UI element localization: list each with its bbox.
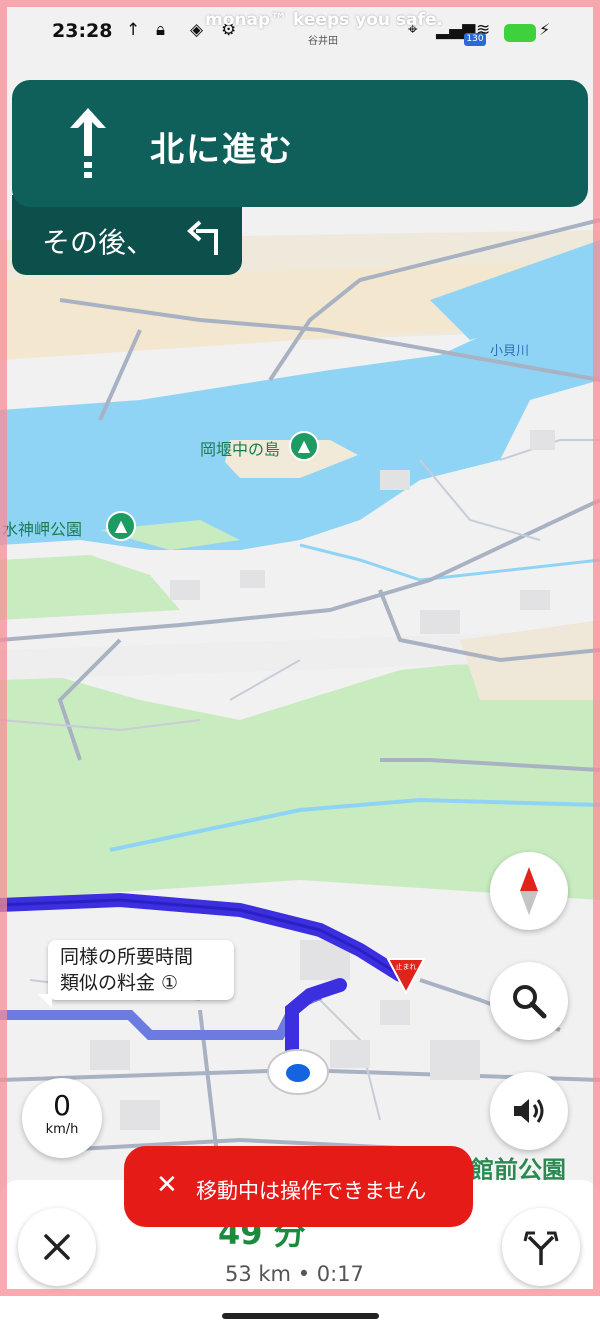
speed-value: 0 — [53, 1089, 71, 1122]
close-icon — [44, 1234, 70, 1260]
then-label: その後、 — [42, 226, 155, 259]
island-label[interactable]: 岡堰中の島 — [200, 436, 280, 460]
status-place: 谷井田 — [308, 36, 338, 47]
wifi-icon: ≋ — [476, 20, 491, 40]
compass-icon — [520, 867, 538, 915]
callout-line1: 同様の所要時間 — [60, 946, 194, 968]
lock-icon: 🔒︎ — [156, 20, 166, 40]
volume-icon — [514, 1099, 544, 1123]
tree-icon[interactable]: ▲ — [106, 511, 136, 541]
search-button[interactable] — [490, 962, 568, 1040]
route-options-button[interactable] — [502, 1208, 580, 1286]
battery-icon — [504, 24, 536, 42]
compass-button[interactable] — [490, 852, 568, 930]
river-label: 小貝川 — [490, 344, 530, 359]
close-icon[interactable]: ✕ — [156, 1170, 178, 1200]
callout-tail — [38, 994, 52, 1008]
park-label[interactable]: 水神岬公園 — [2, 516, 82, 540]
speed-unit: km/h — [45, 1122, 79, 1137]
speedometer: 0 km/h — [22, 1078, 102, 1158]
direction-instruction: 北に進む — [150, 130, 294, 170]
stop-sign-text: 止まれ — [396, 962, 417, 971]
direction-card[interactable]: 北に進む — [12, 80, 588, 207]
location-arrow-icon: ↑ — [126, 20, 141, 40]
then-card[interactable]: その後、 — [12, 195, 242, 275]
route-options-icon — [523, 1231, 559, 1265]
status-bar: 23:28 ↑ 🔒︎ ◈ ⚙ monap™ keeps you safe. 谷井… — [0, 0, 600, 66]
arrow-up-icon — [70, 108, 106, 178]
home-indicator[interactable] — [222, 1313, 379, 1319]
toast-message: 移動中は操作できません — [196, 1179, 427, 1203]
distance-time: 53 km • 0:17 — [225, 1262, 364, 1286]
stop-sign-icon: 止まれ — [386, 958, 426, 995]
app-icon: ◈ — [190, 20, 204, 40]
tree-icon[interactable]: ▲ — [289, 431, 319, 461]
turn-left-icon — [187, 220, 218, 255]
navigation-screen: 23:28 ↑ 🔒︎ ◈ ⚙ monap™ keeps you safe. 谷井… — [0, 0, 600, 1296]
route-callout[interactable]: 同様の所要時間 類似の料金 ① — [38, 940, 234, 1008]
status-time: 23:28 — [52, 20, 113, 42]
location-pin-icon: ⌖ — [408, 20, 418, 40]
search-icon — [513, 985, 547, 1019]
charging-icon: ⚡︎ — [539, 20, 551, 39]
blocked-toast[interactable]: ✕ 移動中は操作できません — [124, 1146, 473, 1227]
callout-line2: 類似の料金 ① — [60, 972, 179, 994]
close-navigation-button[interactable] — [18, 1208, 96, 1286]
volume-button[interactable] — [490, 1072, 568, 1150]
